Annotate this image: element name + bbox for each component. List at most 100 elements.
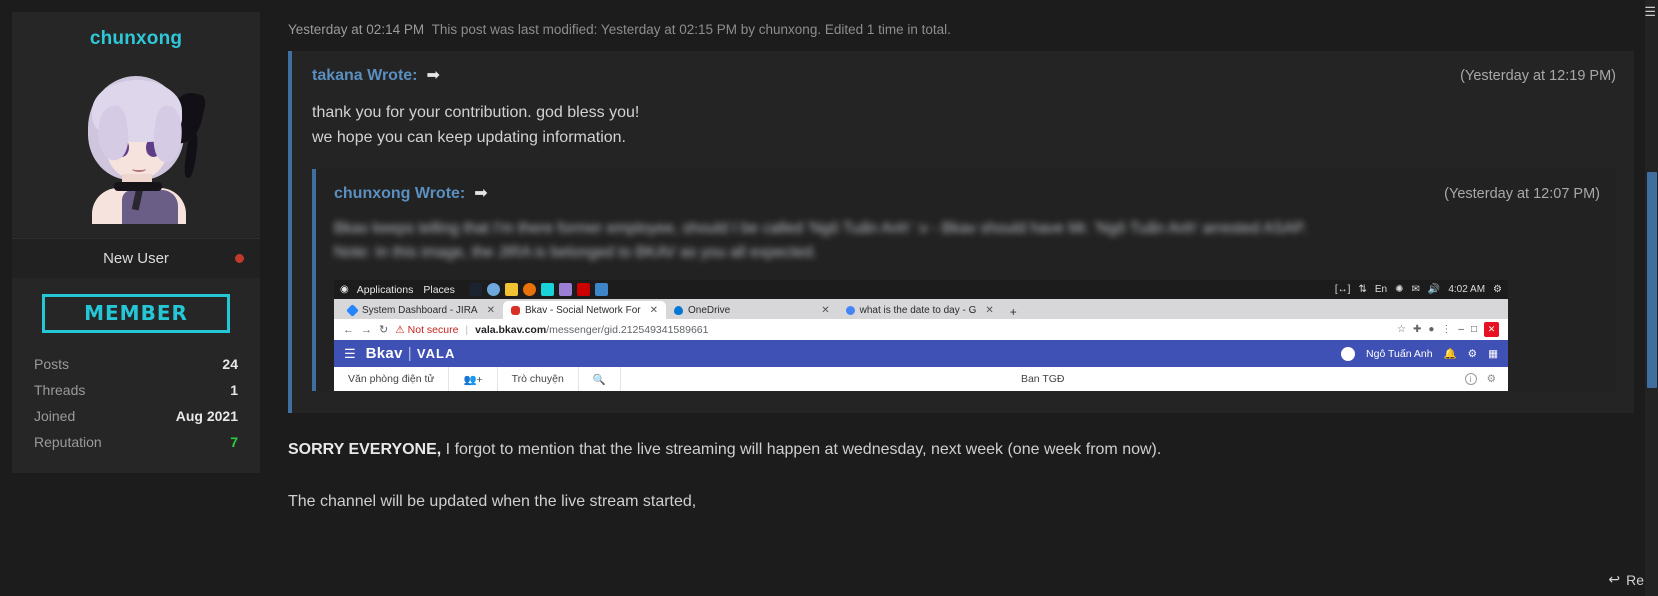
files-icon[interactable] xyxy=(558,283,572,297)
browser-tab-active[interactable]: Bkav - Social Network For ✕ xyxy=(503,301,666,320)
embedded-screenshot-image[interactable]: ◉ Applications Places [↔] ⇅ En ✺ ✉ 🔊 4:0… xyxy=(334,280,1508,392)
vala-username[interactable]: Ngô Tuấn Anh xyxy=(1366,348,1433,360)
url-path: /messenger/gid.212549341589661 xyxy=(546,323,709,336)
post-edit-note: This post was last modified: Yesterday a… xyxy=(431,22,951,37)
bkav-favicon-icon xyxy=(511,305,520,315)
not-secure-indicator[interactable]: ⚠ Not secure xyxy=(395,324,458,336)
post-paragraph-text: The channel will be updated when the liv… xyxy=(288,492,697,510)
forward-icon[interactable]: → xyxy=(361,324,372,336)
panel-clock[interactable]: 4:02 AM xyxy=(1448,284,1485,295)
url-domain: vala.bkav.com xyxy=(475,323,547,336)
online-status-dot-icon xyxy=(235,254,244,263)
stat-value-reputation[interactable]: 7 xyxy=(230,434,238,450)
stat-row-threads: Threads 1 xyxy=(30,377,242,403)
bookmark-star-icon[interactable]: ☆ xyxy=(1397,324,1406,335)
post-body: SORRY EVERYONE, I forgot to mention that… xyxy=(288,437,1634,514)
brand-sub: VALA xyxy=(416,346,456,362)
warning-triangle-icon: ⚠ xyxy=(395,323,405,336)
applications-menu-icon[interactable]: ◉ xyxy=(340,284,349,295)
bkav-icon[interactable] xyxy=(540,283,554,297)
vala-nav-item-chat[interactable]: Trò chuyện xyxy=(498,367,579,392)
extension-icon[interactable]: ✚ xyxy=(1413,324,1421,335)
vala-search-icon[interactable]: 🔍 xyxy=(579,367,621,392)
avatar[interactable] xyxy=(62,62,210,224)
quote-line: we hope you can keep updating informatio… xyxy=(312,128,626,146)
close-tab-icon[interactable]: ✕ xyxy=(487,305,495,316)
red-app-icon[interactable] xyxy=(576,283,590,297)
author-details: MEMBER Posts 24 Threads 1 Joined Aug 202… xyxy=(12,278,260,473)
notification-bell-icon[interactable]: 🔔 xyxy=(1444,347,1457,360)
maximize-window-button[interactable]: □ xyxy=(1471,324,1477,335)
quote-jump-arrow-icon[interactable]: ➡ xyxy=(427,65,440,85)
stat-value: 24 xyxy=(222,356,238,372)
hamburger-menu-icon[interactable]: ☰ xyxy=(344,346,356,362)
vala-brand-logo[interactable]: Bkav | VALA xyxy=(366,345,456,362)
places-menu-label[interactable]: Places xyxy=(423,284,455,296)
apps-grid-icon[interactable]: ▦ xyxy=(1488,348,1498,360)
vala-app-header: ☰ Bkav | VALA Ngô Tuấn Anh 🔔 ⚙ ▦ xyxy=(334,340,1508,368)
network-icon[interactable]: ⇅ xyxy=(1358,284,1366,295)
browser-tab[interactable]: what is the date to day - G ✕ xyxy=(838,301,1002,319)
minimize-window-button[interactable]: – xyxy=(1458,324,1464,335)
stat-row-reputation: Reputation 7 xyxy=(30,429,242,455)
browser-tab-title: what is the date to day - G xyxy=(859,304,977,316)
info-icon[interactable]: i xyxy=(1464,373,1477,386)
blue-app-icon[interactable] xyxy=(594,283,608,297)
vala-nav-item-office[interactable]: Văn phòng điện tử xyxy=(334,367,450,392)
stat-row-posts: Posts 24 xyxy=(30,351,242,377)
browser-tab[interactable]: OneDrive ✕ xyxy=(666,301,838,319)
browser-address-bar[interactable]: ← → ↻ ⚠ Not secure | vala.bkav.com/messe… xyxy=(334,319,1508,341)
quote-header-inner: chunxong Wrote: ➡ (Yesterday at 12:07 PM… xyxy=(334,183,1600,203)
resize-icon[interactable]: [↔] xyxy=(1335,284,1351,295)
settings-gear-icon[interactable]: ⚙ xyxy=(1468,348,1477,360)
terminal-icon[interactable] xyxy=(468,283,482,297)
panel-launcher-icons xyxy=(468,283,608,297)
keyboard-layout-label[interactable]: En xyxy=(1375,284,1387,295)
avatar-container xyxy=(12,62,260,238)
reload-icon[interactable]: ↻ xyxy=(379,323,388,336)
firefox-icon[interactable] xyxy=(522,283,536,297)
quote-text-outer: thank you for your contribution. god ble… xyxy=(312,101,1616,151)
not-secure-label: Not secure xyxy=(407,323,459,336)
url-text[interactable]: vala.bkav.com/messenger/gid.212549341589… xyxy=(475,324,708,336)
bluetooth-icon[interactable]: ✺ xyxy=(1395,284,1403,295)
vala-settings-icon[interactable]: ⚙ xyxy=(1487,373,1496,385)
browser-menu-icon[interactable]: ⋮ xyxy=(1441,324,1451,335)
post-timestamp[interactable]: Yesterday at 02:14 PM xyxy=(288,22,424,37)
editor-icon[interactable] xyxy=(504,283,518,297)
back-icon[interactable]: ← xyxy=(343,324,354,336)
scrollbar-menu-icon[interactable]: ☰ xyxy=(1644,4,1656,20)
power-menu-icon[interactable]: ⚙ xyxy=(1493,284,1502,295)
panel-system-tray: [↔] ⇅ En ✺ ✉ 🔊 4:02 AM ⚙ xyxy=(1335,284,1502,295)
user-avatar-icon[interactable] xyxy=(1341,346,1356,361)
post-content-column: Yesterday at 02:14 PM This post was last… xyxy=(274,0,1658,596)
author-status-bar: New User xyxy=(12,238,260,278)
chromium-icon[interactable] xyxy=(486,283,500,297)
post-paragraph-text: I forgot to mention that the live stream… xyxy=(441,441,1162,459)
new-tab-button[interactable]: + xyxy=(1002,305,1025,319)
scrollbar-thumb[interactable] xyxy=(1647,172,1657,388)
vala-nav-item-group[interactable]: Ban TGĐ xyxy=(621,367,1465,391)
close-tab-icon[interactable]: ✕ xyxy=(650,305,658,316)
quote-author-link[interactable]: chunxong Wrote: xyxy=(334,185,465,203)
quote-author-link[interactable]: takana Wrote: xyxy=(312,67,418,85)
browser-tab[interactable]: System Dashboard - JIRA ✕ xyxy=(340,301,503,319)
volume-icon[interactable]: 🔊 xyxy=(1428,284,1440,295)
close-tab-icon[interactable]: ✕ xyxy=(985,305,993,316)
page-scrollbar[interactable]: ☰ xyxy=(1644,0,1658,596)
close-tab-icon[interactable]: ✕ xyxy=(821,305,829,316)
quote-jump-arrow-icon[interactable]: ➡ xyxy=(474,183,487,203)
vala-nav-label: Trò chuyện xyxy=(511,373,564,386)
stat-row-joined: Joined Aug 2021 xyxy=(30,403,242,429)
redacted-quote-text: Bkav keeps telling that I'm there former… xyxy=(334,217,1600,267)
quote-header-outer: takana Wrote: ➡ (Yesterday at 12:19 PM) xyxy=(312,65,1616,85)
reply-button[interactable]: ↩ Re xyxy=(1608,571,1644,588)
close-window-button[interactable]: ✕ xyxy=(1484,322,1499,338)
applications-menu-label[interactable]: Applications xyxy=(357,284,414,296)
mail-icon[interactable]: ✉ xyxy=(1411,284,1419,295)
profile-avatar-icon[interactable]: ● xyxy=(1428,324,1434,335)
vala-subnav-right: i ⚙ xyxy=(1464,373,1508,386)
reply-button-label: Re xyxy=(1626,571,1644,588)
author-username[interactable]: chunxong xyxy=(12,12,260,62)
vala-add-contact-icon[interactable]: 👥+ xyxy=(449,367,498,392)
